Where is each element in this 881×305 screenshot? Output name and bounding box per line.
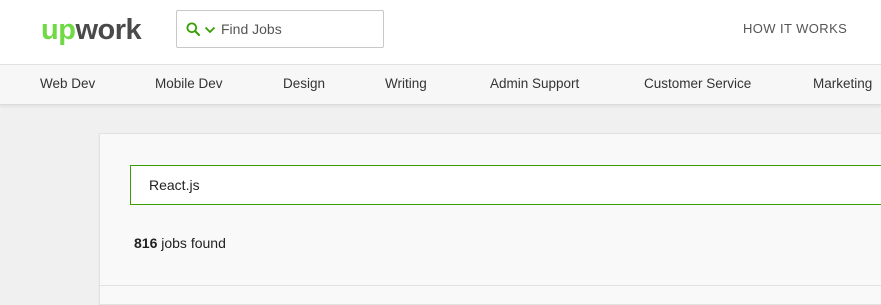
- category-mobile-dev[interactable]: Mobile Dev: [155, 76, 223, 91]
- category-design[interactable]: Design: [283, 76, 325, 91]
- jobs-found-text: 816 jobs found: [134, 235, 226, 251]
- upwork-logo[interactable]: upwork: [41, 12, 142, 48]
- results-panel: [99, 133, 881, 305]
- jobs-found-label: jobs found: [157, 235, 226, 251]
- category-nav: Web Dev Mobile Dev Design Writing Admin …: [0, 65, 881, 105]
- category-web-dev[interactable]: Web Dev: [40, 76, 95, 91]
- category-writing[interactable]: Writing: [385, 76, 427, 91]
- logo-work-text: work: [75, 14, 142, 46]
- jobs-count: 816: [134, 235, 158, 251]
- query-input[interactable]: [149, 166, 849, 204]
- divider: [100, 285, 881, 286]
- top-header: upwork HOW IT WORKS: [0, 0, 881, 65]
- how-it-works-link[interactable]: HOW IT WORKS: [743, 21, 847, 36]
- category-customer-service[interactable]: Customer Service: [644, 76, 751, 91]
- query-search-box: [130, 165, 881, 205]
- category-marketing[interactable]: Marketing: [813, 76, 872, 91]
- search-input[interactable]: [221, 11, 376, 47]
- category-admin-support[interactable]: Admin Support: [490, 76, 579, 91]
- chevron-down-icon[interactable]: [204, 25, 216, 35]
- find-jobs-search: [176, 10, 384, 48]
- search-icon[interactable]: [186, 22, 200, 36]
- logo-up-text: up: [41, 14, 76, 46]
